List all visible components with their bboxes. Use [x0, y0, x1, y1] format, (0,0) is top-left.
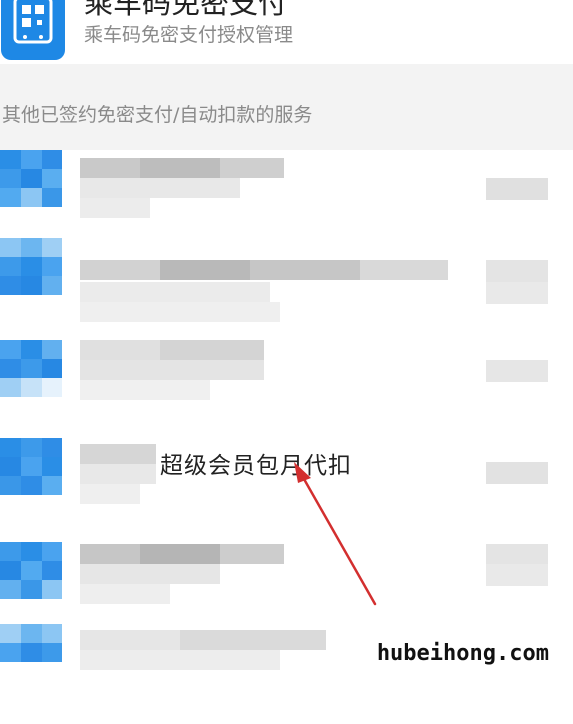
blurred-service-name: [160, 260, 250, 280]
blurred-service-name: [80, 158, 140, 178]
service-row[interactable]: [0, 624, 573, 724]
blurred-status: [486, 260, 548, 282]
blurred-service-name: [80, 260, 160, 280]
blurred-status: [486, 178, 548, 200]
blurred-service-name: [80, 630, 180, 650]
blurred-service-name: [80, 544, 140, 564]
blurred-service-name: [140, 158, 220, 178]
blurred-service-name: [140, 544, 220, 564]
blurred-service-desc: [80, 302, 280, 322]
blurred-status: [486, 564, 548, 586]
blurred-service-desc: [80, 198, 150, 218]
blurred-status: [486, 544, 548, 566]
blurred-service-desc: [80, 178, 240, 198]
watermark-text: hubeihong.com: [376, 641, 549, 666]
service-app-icon: [0, 150, 62, 224]
bus-code-title: 乘车码免密支付: [84, 0, 288, 20]
service-app-icon: [0, 624, 62, 698]
blurred-service-name: [360, 260, 448, 280]
bus-qr-icon: [1, 0, 65, 60]
blurred-service-name: [80, 444, 156, 464]
blurred-service-desc: [80, 282, 270, 302]
bus-code-payment-item[interactable]: 乘车码免密支付 乘车码免密支付授权管理: [0, 0, 573, 60]
blurred-service-name: [220, 158, 284, 178]
other-services-section-header: 其他已签约免密支付/自动扣款的服务: [0, 64, 573, 150]
blurred-service-name: [160, 340, 264, 360]
blurred-service-desc: [80, 650, 280, 670]
service-row[interactable]: [0, 150, 573, 250]
service-app-icon: [0, 542, 62, 616]
blurred-status: [486, 282, 548, 304]
service-row[interactable]: [0, 238, 573, 338]
service-app-icon: [0, 340, 62, 414]
blurred-status: [486, 462, 548, 484]
blurred-service-name: [250, 260, 360, 280]
super-member-monthly-deduction-label: 超级会员包月代扣: [160, 453, 352, 479]
blurred-service-desc: [80, 564, 220, 584]
section-header-label: 其他已签约免密支付/自动扣款的服务: [2, 104, 313, 126]
bus-code-subtitle: 乘车码免密支付授权管理: [84, 24, 294, 46]
blurred-service-desc: [80, 464, 156, 484]
blurred-service-desc: [80, 484, 140, 504]
blurred-service-name: [180, 630, 326, 650]
blurred-status: [486, 360, 548, 382]
blurred-service-desc: [80, 584, 170, 604]
blurred-service-name: [220, 544, 284, 564]
service-app-icon: [0, 238, 62, 312]
service-app-icon: [0, 438, 62, 512]
blurred-service-desc: [80, 360, 264, 380]
service-row[interactable]: [0, 340, 573, 440]
service-list: 超级会员包月代扣: [0, 150, 573, 674]
blurred-service-name: [80, 340, 160, 360]
blurred-service-desc: [80, 380, 210, 400]
